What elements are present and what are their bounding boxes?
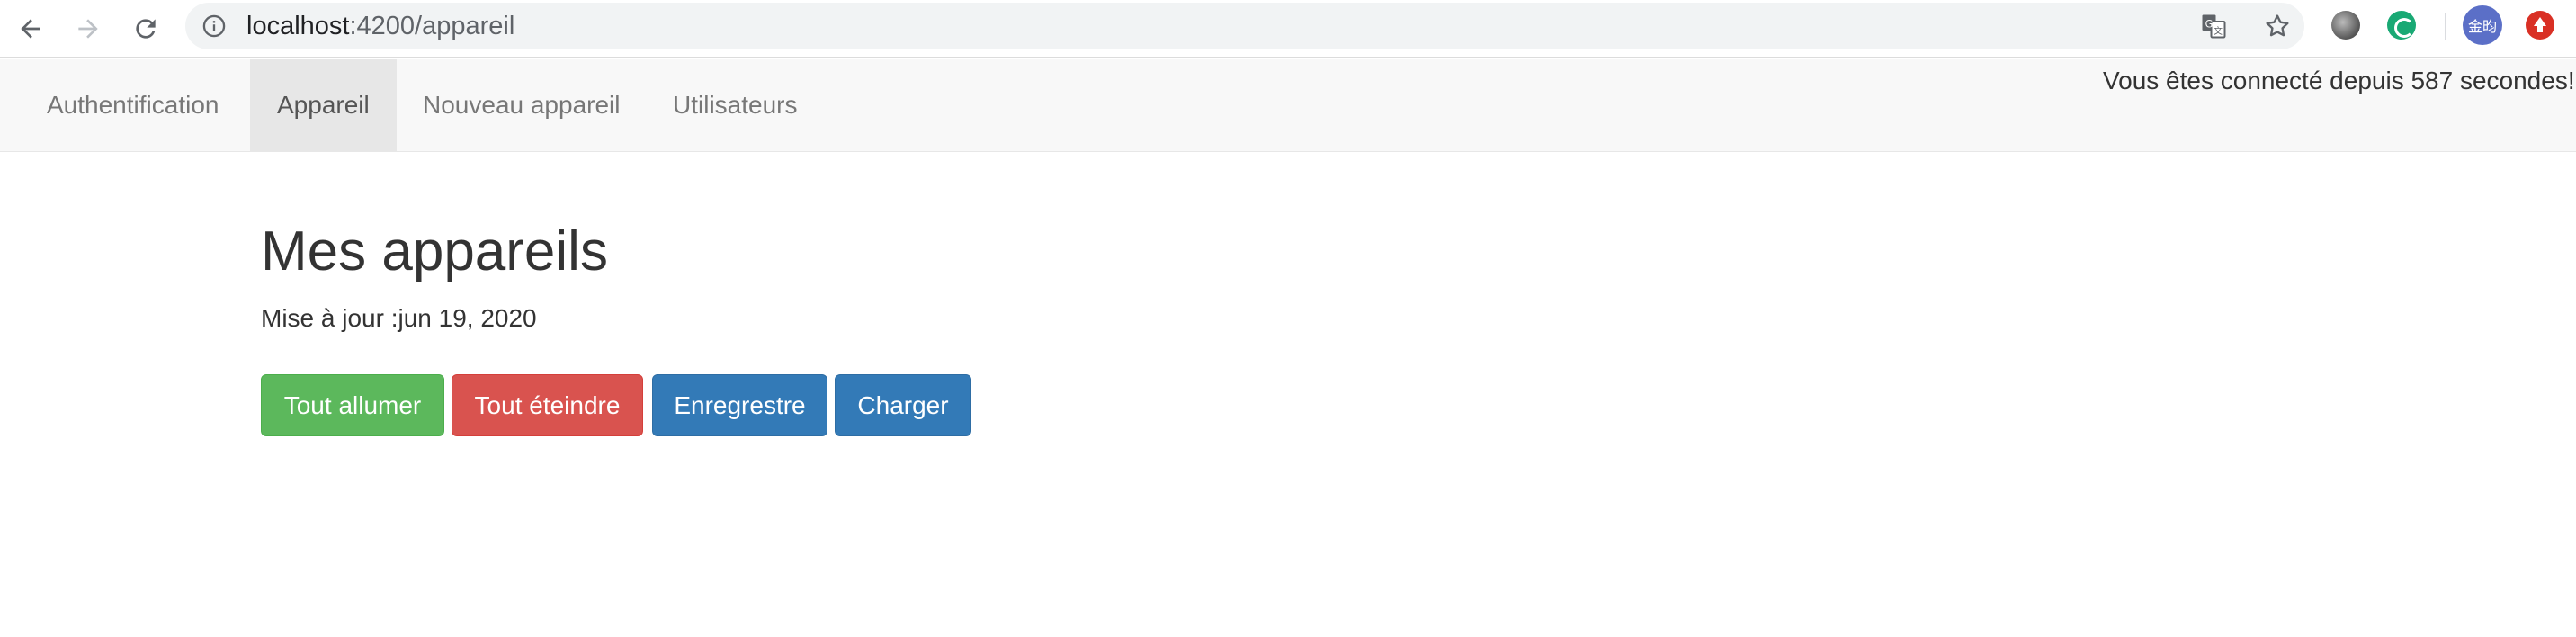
- back-arrow-icon: [21, 19, 40, 39]
- address-bar[interactable]: localhost:4200/appareil G 文: [185, 3, 2304, 49]
- last-update-text: Mise à jour :jun 19, 2020: [261, 304, 537, 332]
- turn-all-on-button[interactable]: Tout allumer: [261, 374, 444, 436]
- translate-icon[interactable]: G 文: [2200, 13, 2227, 40]
- browser-toolbar: localhost:4200/appareil G 文 金昀: [0, 0, 2576, 58]
- forward-button[interactable]: [68, 9, 108, 49]
- app-navbar: Authentification Appareil Nouveau appare…: [0, 59, 2576, 152]
- svg-text:G: G: [2205, 18, 2214, 30]
- grammarly-icon[interactable]: [2387, 11, 2416, 40]
- save-button[interactable]: Enregrestre: [652, 374, 827, 436]
- reload-button[interactable]: [126, 9, 165, 49]
- nav-item-nouveau-appareil[interactable]: Nouveau appareil: [396, 59, 648, 151]
- svg-text:文: 文: [2214, 25, 2223, 37]
- star-icon[interactable]: [2263, 12, 2292, 40]
- back-button[interactable]: [11, 9, 50, 49]
- url-host: localhost: [246, 12, 350, 40]
- toolbar-divider: [2445, 13, 2446, 40]
- reload-icon: [136, 19, 156, 39]
- session-timer-text: Vous êtes connecté depuis 587 secondes!: [2103, 67, 2575, 94]
- forward-arrow-icon: [78, 19, 98, 39]
- page-title: Mes appareils: [261, 220, 608, 283]
- url-text[interactable]: localhost:4200/appareil: [246, 3, 514, 49]
- profile-avatar[interactable]: 金昀: [2463, 5, 2502, 45]
- nav-item-utilisateurs[interactable]: Utilisateurs: [646, 59, 824, 151]
- nav-item-appareil[interactable]: Appareil: [250, 59, 397, 151]
- load-button[interactable]: Charger: [835, 374, 971, 436]
- nav-item-authentification[interactable]: Authentification: [20, 59, 246, 151]
- info-icon[interactable]: [201, 13, 227, 39]
- url-path: :4200/appareil: [349, 12, 515, 40]
- extension-icon[interactable]: [2331, 11, 2360, 40]
- upload-extension-icon[interactable]: [2526, 11, 2554, 40]
- turn-all-off-button[interactable]: Tout éteindre: [452, 374, 643, 436]
